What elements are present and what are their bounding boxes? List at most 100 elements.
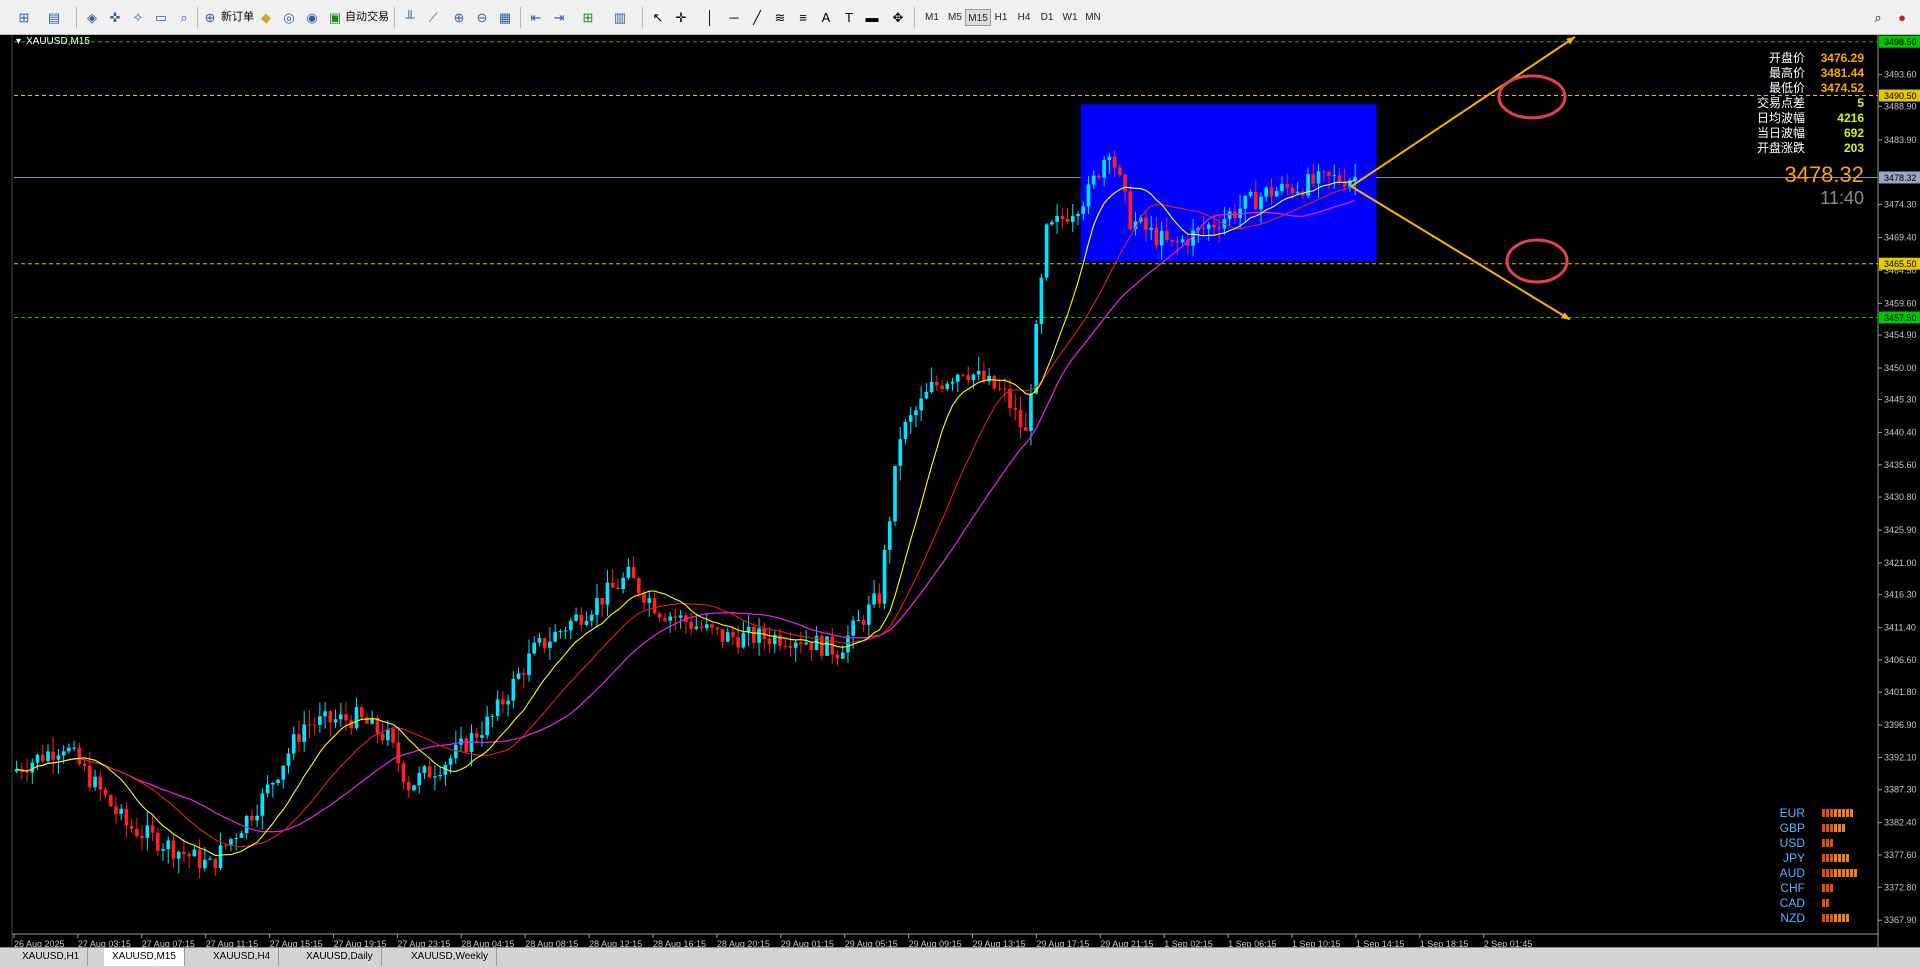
tab-xauusd-h1[interactable]: XAUUSD,H1 bbox=[14, 948, 89, 966]
bearish-candle bbox=[673, 616, 678, 618]
bearish-candle bbox=[1118, 167, 1122, 175]
bullish-candle bbox=[1264, 187, 1269, 197]
strength-bar bbox=[1846, 869, 1849, 877]
bearish-candle bbox=[982, 370, 986, 382]
channel-icon[interactable]: ≋ bbox=[770, 8, 790, 27]
new-order-button[interactable]: 新订单 bbox=[218, 8, 257, 27]
bullish-candle bbox=[255, 815, 259, 821]
search-icon[interactable]: ⌕ bbox=[1868, 8, 1888, 27]
metaeditor-icon[interactable]: ◆ bbox=[256, 8, 276, 27]
chart-background bbox=[0, 35, 1920, 947]
fibonacci-icon[interactable]: ≡ bbox=[793, 8, 813, 27]
bullish-candle bbox=[318, 716, 322, 725]
price-level-label: 3465.50 bbox=[1884, 259, 1917, 269]
bullish-candle bbox=[1044, 224, 1049, 278]
time-tick-label: 29 Aug 05:15 bbox=[845, 939, 898, 947]
price-level-label: 3498.50 bbox=[1884, 37, 1917, 47]
new-order-icon: ⊕ bbox=[204, 10, 216, 25]
bullish-candle bbox=[825, 636, 829, 656]
bullish-candle bbox=[433, 776, 437, 778]
chart-window[interactable]: ▾ XAUUSD,M15 开盘价 3476.29 最高价 3481.44 最低价 3474… bbox=[0, 35, 1920, 949]
tab-xauusd-m15[interactable]: XAUUSD,M15 bbox=[104, 948, 185, 966]
bullish-candle bbox=[1081, 206, 1086, 214]
strength-bar bbox=[1826, 884, 1829, 892]
terminal-icon[interactable]: ▭ bbox=[151, 8, 171, 27]
templates-icon[interactable]: ▥ bbox=[610, 8, 630, 27]
bullish-candle bbox=[955, 374, 960, 382]
time-tick-label: 1 Sep 06:15 bbox=[1228, 939, 1277, 947]
bullish-candle bbox=[908, 415, 913, 422]
bullish-candle bbox=[516, 673, 521, 679]
signals-icon[interactable]: ◎ bbox=[279, 8, 299, 27]
bullish-candle bbox=[1159, 230, 1164, 246]
bearish-candle bbox=[699, 626, 704, 629]
profiles-icon[interactable]: ▤ bbox=[44, 8, 64, 27]
market-watch-icon[interactable]: ◈ bbox=[82, 8, 102, 27]
bearish-candle bbox=[82, 763, 87, 766]
rectangle-label-icon[interactable]: ▬ bbox=[862, 8, 882, 27]
bearish-candle bbox=[631, 566, 636, 579]
bearish-candle bbox=[25, 771, 29, 773]
tile-windows-icon[interactable]: ▦ bbox=[495, 8, 515, 27]
data-window-icon[interactable]: ✜ bbox=[105, 8, 125, 27]
bearish-candle bbox=[297, 734, 301, 742]
bearish-candle bbox=[406, 782, 411, 791]
indicators-icon[interactable]: ⊞ bbox=[578, 8, 598, 27]
bullish-candle bbox=[804, 642, 808, 645]
bearish-candle bbox=[966, 374, 971, 381]
strength-bar bbox=[1822, 854, 1825, 862]
notifications-icon[interactable]: ● bbox=[1892, 8, 1912, 27]
bullish-candle bbox=[621, 577, 625, 589]
bearish-candle bbox=[1154, 227, 1159, 246]
market-icon[interactable]: ◉ bbox=[302, 8, 322, 27]
bearish-candle bbox=[752, 626, 756, 643]
vertical-line-icon[interactable]: │ bbox=[700, 8, 720, 27]
trendline-icon[interactable]: ╱ bbox=[747, 8, 767, 27]
line-chart-icon[interactable]: ⟋ bbox=[423, 8, 443, 27]
bearish-candle bbox=[1290, 187, 1295, 194]
price-tick-label: 3421.00 bbox=[1884, 558, 1917, 568]
text-tool-icon[interactable]: A bbox=[816, 8, 836, 27]
navigator-icon[interactable]: ✧ bbox=[128, 8, 148, 27]
price-chart[interactable]: ▾ XAUUSD,M15 开盘价 3476.29 最高价 3481.44 最低价 3474… bbox=[0, 35, 1920, 949]
strength-bar bbox=[1838, 854, 1841, 862]
bullish-candle bbox=[893, 465, 897, 522]
tab-xauusd-h4[interactable]: XAUUSD,H4 bbox=[205, 948, 280, 966]
arrows-icon[interactable]: ✥ bbox=[888, 8, 908, 27]
bar-chart-icon[interactable]: ╨ bbox=[400, 8, 420, 27]
bullish-candle bbox=[1076, 213, 1080, 217]
zoom-in-icon[interactable]: ⊕ bbox=[449, 8, 469, 27]
bearish-candle bbox=[720, 629, 725, 642]
price-tick-label: 3406.60 bbox=[1884, 655, 1917, 665]
price-tick-label: 3440.40 bbox=[1884, 428, 1917, 438]
bullish-candle bbox=[924, 391, 929, 399]
cursor-icon[interactable]: ↖ bbox=[648, 8, 668, 27]
crosshair-icon[interactable]: ✛ bbox=[671, 8, 691, 27]
bearish-candle bbox=[778, 635, 782, 646]
autoscroll-icon[interactable]: ⇤ bbox=[526, 8, 546, 27]
last-price-display: 3478.32 bbox=[1784, 162, 1864, 187]
bullish-candle bbox=[485, 716, 490, 736]
bullish-candle bbox=[218, 845, 223, 869]
timeframe-mn-button[interactable]: MN bbox=[1080, 9, 1106, 26]
bullish-candle bbox=[976, 370, 981, 375]
strategy-tester-icon[interactable]: ⌕ bbox=[174, 8, 194, 27]
auto-trade-button[interactable]: 自动交易 bbox=[342, 8, 392, 27]
strength-bar bbox=[1850, 809, 1853, 817]
chart-shift-icon[interactable]: ⇥ bbox=[549, 8, 569, 27]
price-tick-label: 3469.40 bbox=[1884, 232, 1917, 242]
tab-xauusd-weekly[interactable]: XAUUSD,Weekly bbox=[403, 948, 498, 966]
new-chart-icon[interactable]: ⊞ bbox=[14, 8, 34, 27]
text-label-icon[interactable]: T bbox=[839, 8, 859, 27]
strength-bar bbox=[1842, 869, 1845, 877]
time-tick-label: 29 Aug 01:15 bbox=[781, 939, 834, 947]
dropdown-arrow-icon[interactable]: ▾ bbox=[16, 36, 21, 47]
bearish-candle bbox=[380, 733, 385, 741]
horizontal-line-icon[interactable]: ─ bbox=[724, 8, 744, 27]
tab-xauusd-daily[interactable]: XAUUSD,Daily bbox=[298, 948, 382, 966]
symbol-label: XAUUSD,M15 bbox=[26, 36, 90, 47]
bearish-candle bbox=[1337, 175, 1342, 182]
bearish-candle bbox=[1165, 230, 1169, 240]
strength-bar bbox=[1826, 854, 1829, 862]
zoom-out-icon[interactable]: ⊖ bbox=[472, 8, 492, 27]
